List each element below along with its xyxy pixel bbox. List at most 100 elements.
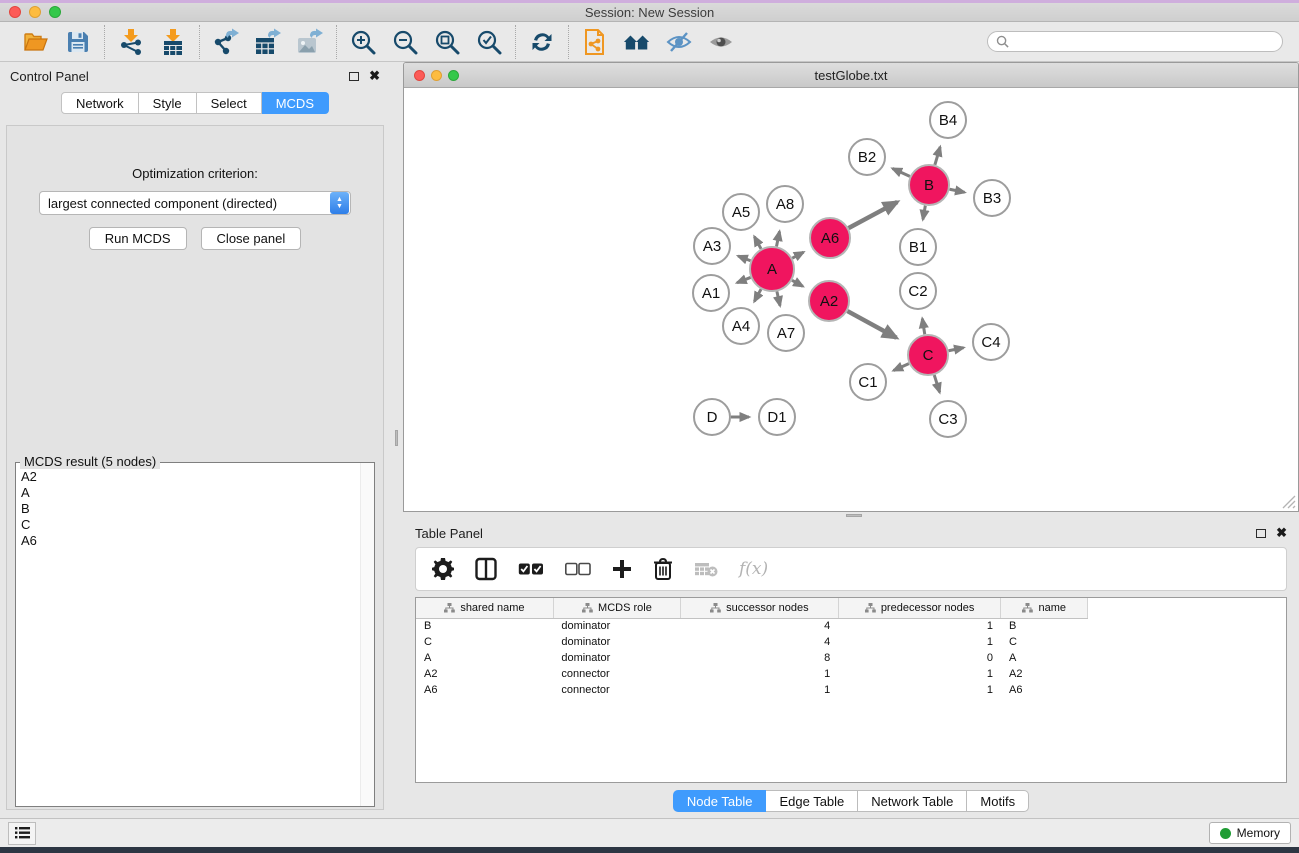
tab-select[interactable]: Select [197,92,262,114]
tab-mcds[interactable]: MCDS [262,92,329,114]
table-cell[interactable]: 4 [681,634,839,650]
save-session-icon[interactable] [64,28,92,56]
search-input[interactable] [1014,35,1274,49]
add-column-plus-icon[interactable] [612,559,632,579]
column-header[interactable]: shared name [416,598,553,618]
table-cell[interactable]: dominator [553,634,680,650]
table-cell[interactable]: C [416,634,553,650]
duplicate-network-icon[interactable] [581,28,609,56]
table-cell[interactable]: A6 [416,682,553,698]
node-table[interactable]: shared nameMCDS rolesuccessor nodesprede… [415,597,1287,783]
table-cell[interactable]: C [1001,634,1088,650]
open-file-icon[interactable] [22,28,50,56]
column-header[interactable]: successor nodes [681,598,839,618]
table-cell[interactable]: 1 [838,666,1001,682]
table-cell[interactable]: 4 [681,618,839,634]
deselect-all-icon[interactable] [565,562,591,576]
memory-button[interactable]: Memory [1209,822,1291,844]
graph-edge[interactable] [935,147,940,165]
float-panel-icon[interactable] [349,72,359,81]
graph-edge[interactable] [934,375,939,392]
graph-edge[interactable] [738,256,750,261]
horizontal-splitter[interactable] [403,512,1299,520]
vertical-splitter[interactable] [390,62,403,818]
network-window-titlebar[interactable]: testGlobe.txt [404,63,1298,88]
graph-edge[interactable] [923,206,925,220]
export-table-icon[interactable] [254,28,282,56]
table-cell[interactable]: dominator [553,618,680,634]
show-all-eye-icon[interactable] [707,28,735,56]
column-header[interactable]: name [1001,598,1088,618]
splitter-grip[interactable] [846,514,862,517]
mcds-result-item[interactable]: C [21,517,360,533]
table-row[interactable]: Cdominator41C [416,634,1088,650]
table-cell[interactable]: A [416,650,553,666]
close-panel-button[interactable]: Close panel [201,227,302,250]
tab-motifs[interactable]: Motifs [967,790,1029,812]
select-all-icon[interactable] [518,562,544,576]
table-cell[interactable]: 1 [838,618,1001,634]
show-columns-icon[interactable] [475,557,497,581]
table-cell[interactable]: A6 [1001,682,1088,698]
mcds-result-list[interactable]: A2ABCA6 [16,463,360,806]
graph-edge[interactable] [847,311,896,338]
run-mcds-button[interactable]: Run MCDS [89,227,187,250]
table-cell[interactable]: connector [553,682,680,698]
float-table-panel-icon[interactable] [1256,529,1266,538]
tab-network[interactable]: Network [61,92,139,114]
tab-network-table[interactable]: Network Table [858,790,967,812]
close-table-panel-icon[interactable]: ✖ [1276,528,1287,538]
column-header[interactable]: predecessor nodes [838,598,1001,618]
table-cell[interactable]: A2 [416,666,553,682]
zoom-out-icon[interactable] [391,28,419,56]
result-scrollbar[interactable] [360,463,374,806]
table-cell[interactable]: dominator [553,650,680,666]
table-options-gear-icon[interactable] [432,558,454,580]
table-row[interactable]: A6connector11A6 [416,682,1088,698]
graph-edge[interactable] [737,277,751,282]
close-panel-icon[interactable]: ✖ [369,71,380,81]
graph-edge[interactable] [894,364,909,371]
zoom-in-icon[interactable] [349,28,377,56]
function-builder-icon[interactable]: f(x) [739,559,768,579]
graph-edge[interactable] [949,348,964,351]
delete-table-icon[interactable] [694,560,718,578]
table-cell[interactable]: 1 [681,682,839,698]
task-history-button[interactable] [8,822,36,845]
graph-edge[interactable] [777,231,780,246]
column-header[interactable]: MCDS role [553,598,680,618]
mcds-result-item[interactable]: B [21,501,360,517]
network-canvas[interactable]: B4B2BB3B1A5A8A6A3AA1C2A4A7A2C4CC1C3DD1 [404,88,1298,511]
table-cell[interactable]: 8 [681,650,839,666]
zoom-selected-icon[interactable] [475,28,503,56]
hide-selected-eye-icon[interactable] [665,28,693,56]
table-row[interactable]: A2connector11A2 [416,666,1088,682]
refresh-icon[interactable] [528,28,556,56]
zoom-fit-icon[interactable] [433,28,461,56]
table-row[interactable]: Bdominator41B [416,618,1088,634]
table-cell[interactable]: B [416,618,553,634]
mcds-result-item[interactable]: A6 [21,533,360,549]
export-network-icon[interactable] [212,28,240,56]
table-cell[interactable]: connector [553,666,680,682]
graph-edge[interactable] [922,319,924,335]
table-cell[interactable]: A [1001,650,1088,666]
graph-edge[interactable] [792,252,803,258]
splitter-grip[interactable] [395,430,398,446]
delete-column-trash-icon[interactable] [653,557,673,581]
table-cell[interactable]: 1 [838,682,1001,698]
import-network-icon[interactable] [117,28,145,56]
graph-edge[interactable] [754,289,761,301]
tab-node-table[interactable]: Node Table [673,790,767,812]
search-field[interactable] [987,31,1283,52]
window-resize-grip[interactable] [1282,495,1296,509]
home-layout-icon[interactable] [623,28,651,56]
graph-edge[interactable] [950,189,965,192]
tab-style[interactable]: Style [139,92,197,114]
tab-edge-table[interactable]: Edge Table [766,790,858,812]
mcds-result-item[interactable]: A2 [21,469,360,485]
table-cell[interactable]: 1 [838,634,1001,650]
import-table-icon[interactable] [159,28,187,56]
table-cell[interactable]: B [1001,618,1088,634]
graph-edge[interactable] [849,202,898,228]
